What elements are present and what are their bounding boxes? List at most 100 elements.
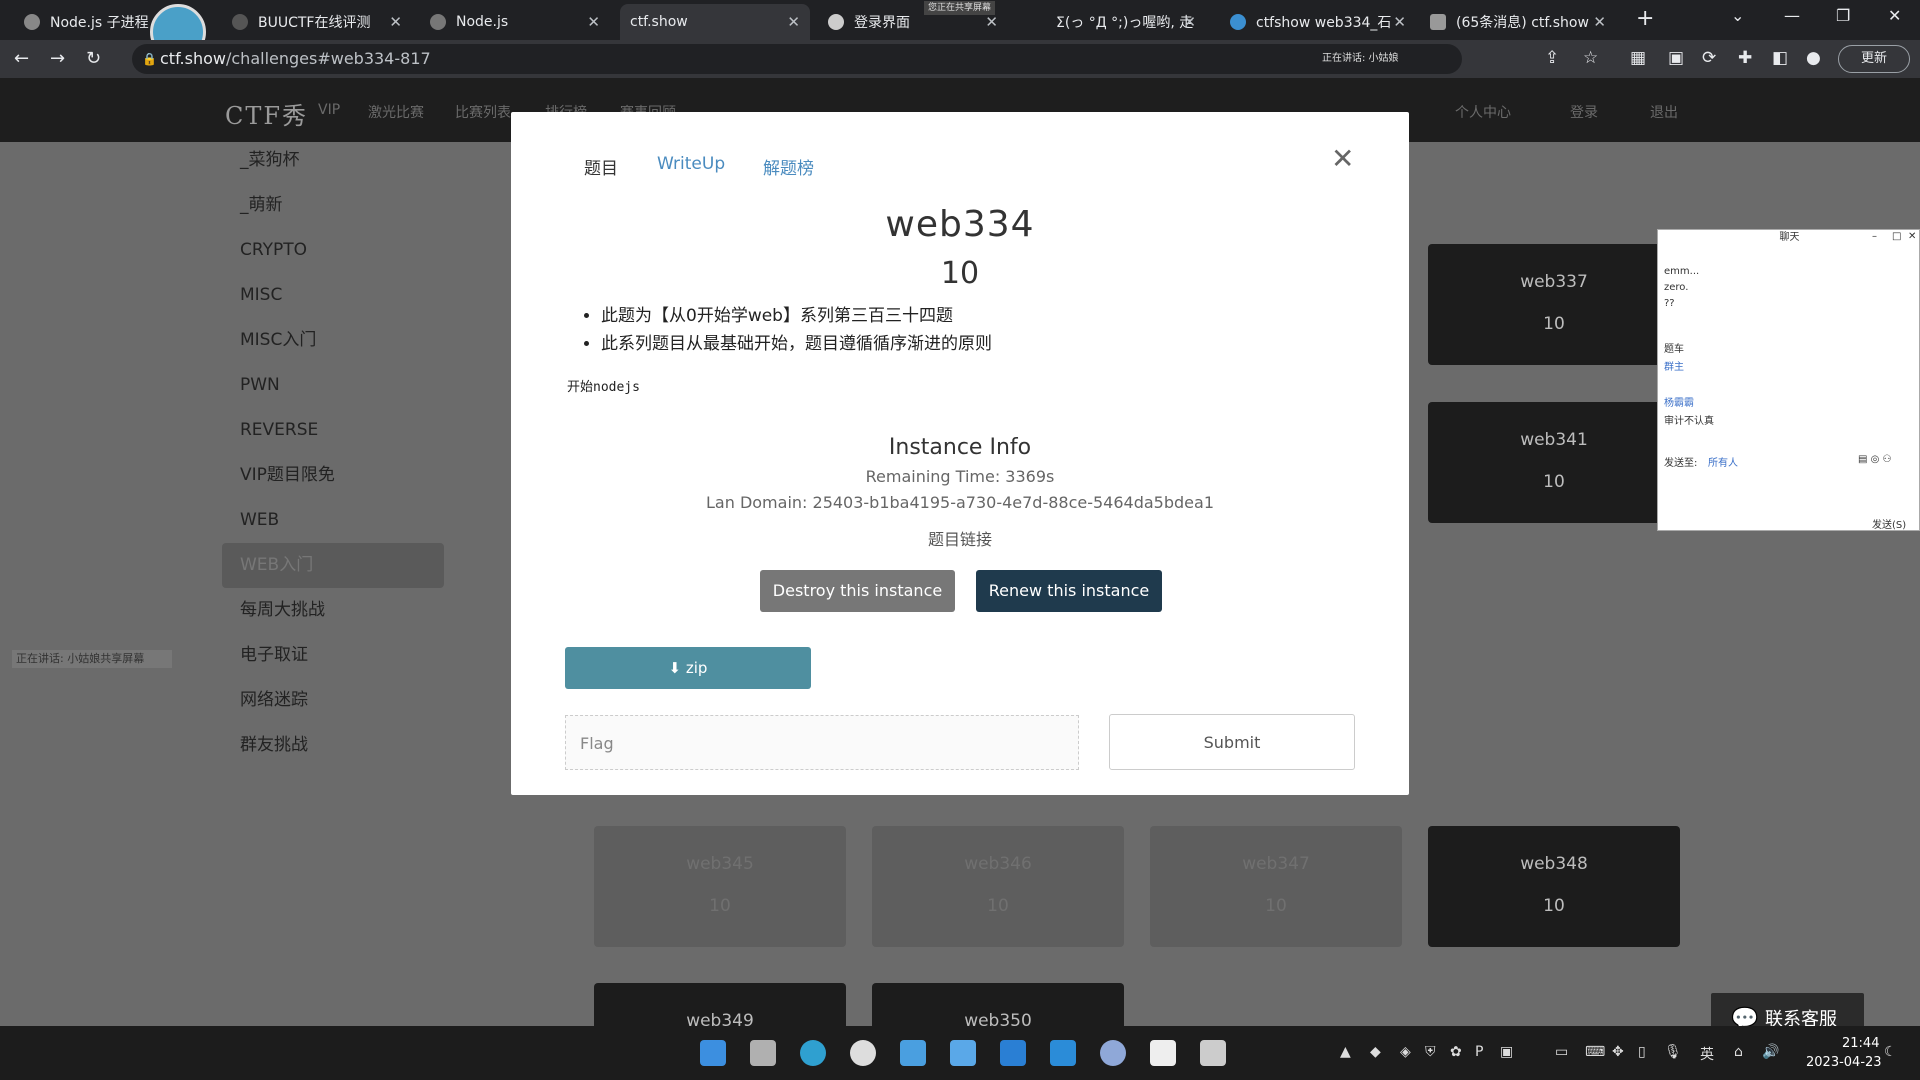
tab-close-icon[interactable]: ✕ [1393,13,1406,31]
tray-battery-icon[interactable]: ▯ [1638,1044,1646,1060]
maximize-icon[interactable]: ❐ [1836,6,1850,25]
tray-app-icon[interactable]: ✥ [1612,1044,1624,1060]
tab-close-icon[interactable]: ✕ [1593,13,1606,31]
minimize-icon[interactable]: — [1784,6,1800,25]
tab-close-icon[interactable]: ✕ [985,13,998,31]
close-icon[interactable]: ✕ [1331,142,1354,175]
tray-display-icon[interactable]: ▭ [1555,1044,1568,1060]
tab-close-icon[interactable]: ✕ [787,13,800,31]
reload-icon[interactable]: ↻ [86,48,101,69]
nav-user-center[interactable]: 个人中心 [1455,102,1511,122]
volume-icon[interactable]: 🔊 [1762,1044,1779,1060]
sidebar-item-active[interactable]: WEB入门 [222,543,444,588]
sidebar-item[interactable]: CRYPTO [222,228,444,273]
browser-tab[interactable]: BUUCTF在线评测 ✕ [222,4,412,40]
sidebar-item[interactable]: REVERSE [222,408,444,453]
sidebar-item[interactable]: _萌新 [222,183,444,228]
meeting-app-icon[interactable] [950,1040,976,1066]
challenge-card[interactable]: web341 10 [1428,402,1680,523]
input-method-indicator[interactable]: 英 [1700,1044,1714,1064]
tray-keyboard-icon[interactable]: ⌨ [1585,1044,1605,1060]
tray-app-icon[interactable]: ✿ [1450,1044,1462,1060]
chrome-browser-icon[interactable] [850,1040,876,1066]
challenge-card[interactable]: web348 10 [1428,826,1680,947]
sidebar-item[interactable]: WEB [222,498,444,543]
tray-app-icon[interactable]: ▣ [1500,1044,1513,1060]
nav-logout[interactable]: 退出 [1650,102,1678,122]
download-zip-button[interactable]: ⬇ zip [565,647,811,689]
site-logo[interactable]: CTF秀 [225,96,308,131]
nav-item[interactable]: 比赛列表 [455,102,511,122]
share-icon[interactable]: ⇪ [1545,48,1559,68]
typora-icon[interactable] [1150,1040,1176,1066]
sidebar-item[interactable]: MISC入门 [222,318,444,363]
translate-icon[interactable]: ▣ [1668,48,1684,68]
profile-icon[interactable]: ● [1806,48,1821,68]
renew-instance-button[interactable]: Renew this instance [976,570,1162,612]
tab-challenge[interactable]: 题目 [584,154,618,179]
sidebar-item[interactable]: PWN [222,363,444,408]
tray-app-icon[interactable]: ◈ [1400,1044,1411,1060]
destroy-instance-button[interactable]: Destroy this instance [760,570,955,612]
close-window-icon[interactable]: ✕ [1888,6,1901,25]
challenge-card-solved[interactable]: web347 10 [1150,826,1402,947]
browser-tab-active[interactable]: ctf.show ✕ [620,4,810,40]
sidebar-item[interactable]: 电子取证 [222,633,444,678]
chat-tools-icon[interactable]: ▤ ◎ ⚇ [1858,454,1892,465]
sidebar-item[interactable]: VIP题目限免 [222,453,444,498]
app-icon[interactable] [900,1040,926,1066]
new-tab-icon[interactable]: + [1636,6,1654,31]
microphone-icon[interactable]: 🎙 [1664,1044,1682,1060]
sidebar-item[interactable]: 网络迷踪 [222,678,444,723]
customer-service-button[interactable]: 💬 联系客服 [1711,993,1864,1026]
send-to-select[interactable]: 所有人 [1708,454,1738,469]
tray-app-icon[interactable]: P [1475,1044,1483,1060]
sidebar-item[interactable]: 群友挑战 [222,723,444,768]
challenge-card[interactable]: web350 [872,983,1124,1026]
challenge-card[interactable]: web349 [594,983,846,1026]
tray-app-icon[interactable]: ◆ [1370,1044,1381,1060]
extension-icon[interactable]: ▦ [1630,48,1646,68]
notification-icon[interactable]: ☾ [1884,1044,1897,1060]
chat-maximize-icon[interactable]: □ [1892,231,1901,242]
challenge-card[interactable]: web337 10 [1428,244,1680,365]
start-menu-icon[interactable] [700,1040,726,1066]
browser-tab[interactable]: Node.js ✕ [420,4,610,40]
puzzle-extensions-icon[interactable]: ✚ [1738,48,1752,68]
bookmark-star-icon[interactable]: ☆ [1583,48,1598,68]
chat-send-button[interactable]: 发送(S) [1872,516,1906,531]
back-icon[interactable]: ← [14,48,29,69]
tab-close-icon[interactable]: ✕ [587,13,600,31]
tab-close-icon[interactable]: ✕ [1183,13,1196,31]
tray-shield-icon[interactable]: ⛨ [1425,1044,1436,1060]
browser-tab[interactable]: (65条消息) ctf.show ✕ [1420,4,1616,40]
tab-leaderboard[interactable]: 解题榜 [763,154,814,179]
side-panel-icon[interactable]: ◧ [1772,48,1788,68]
sidebar-item[interactable]: MISC [222,273,444,318]
tab-search-icon[interactable]: ⌄ [1731,6,1744,25]
edge-browser-icon[interactable] [800,1040,826,1066]
clock-time[interactable]: 21:44 [1842,1036,1879,1051]
nav-login[interactable]: 登录 [1570,102,1598,122]
flag-input[interactable]: Flag [565,715,1079,770]
nav-item-vip[interactable]: VIP [318,102,340,118]
tab-writeup[interactable]: WriteUp [657,154,725,174]
tab-close-icon[interactable]: ✕ [389,13,402,31]
challenge-card-solved[interactable]: web345 10 [594,826,846,947]
pycharm-icon[interactable] [1050,1040,1076,1066]
chat-close-icon[interactable]: ✕ [1908,231,1916,242]
nav-item[interactable]: 激光比赛 [368,102,424,122]
sync-icon[interactable]: ⟳ [1702,48,1716,68]
instance-link[interactable]: 题目链接 [511,526,1409,550]
network-icon[interactable]: ⌂ [1734,1044,1743,1060]
address-bar[interactable]: 🔒 ctf.show/challenges#web334-817 正在讲话: 小… [132,44,1462,74]
chat-minimize-icon[interactable]: – [1872,231,1877,242]
notepad-icon[interactable] [1200,1040,1226,1066]
sidebar-item[interactable]: 每周大挑战 [222,588,444,633]
file-explorer-icon[interactable] [750,1040,776,1066]
tray-app-icon[interactable]: ▲ [1340,1044,1351,1060]
browser-tab[interactable]: ctfshow web334_石 ✕ [1220,4,1416,40]
browser-tab[interactable]: Σ(っ °Д °;)っ喔哟, 走 ✕ [1046,4,1206,40]
app-icon[interactable] [1100,1040,1126,1066]
clock-date[interactable]: 2023-04-23 [1806,1055,1882,1070]
